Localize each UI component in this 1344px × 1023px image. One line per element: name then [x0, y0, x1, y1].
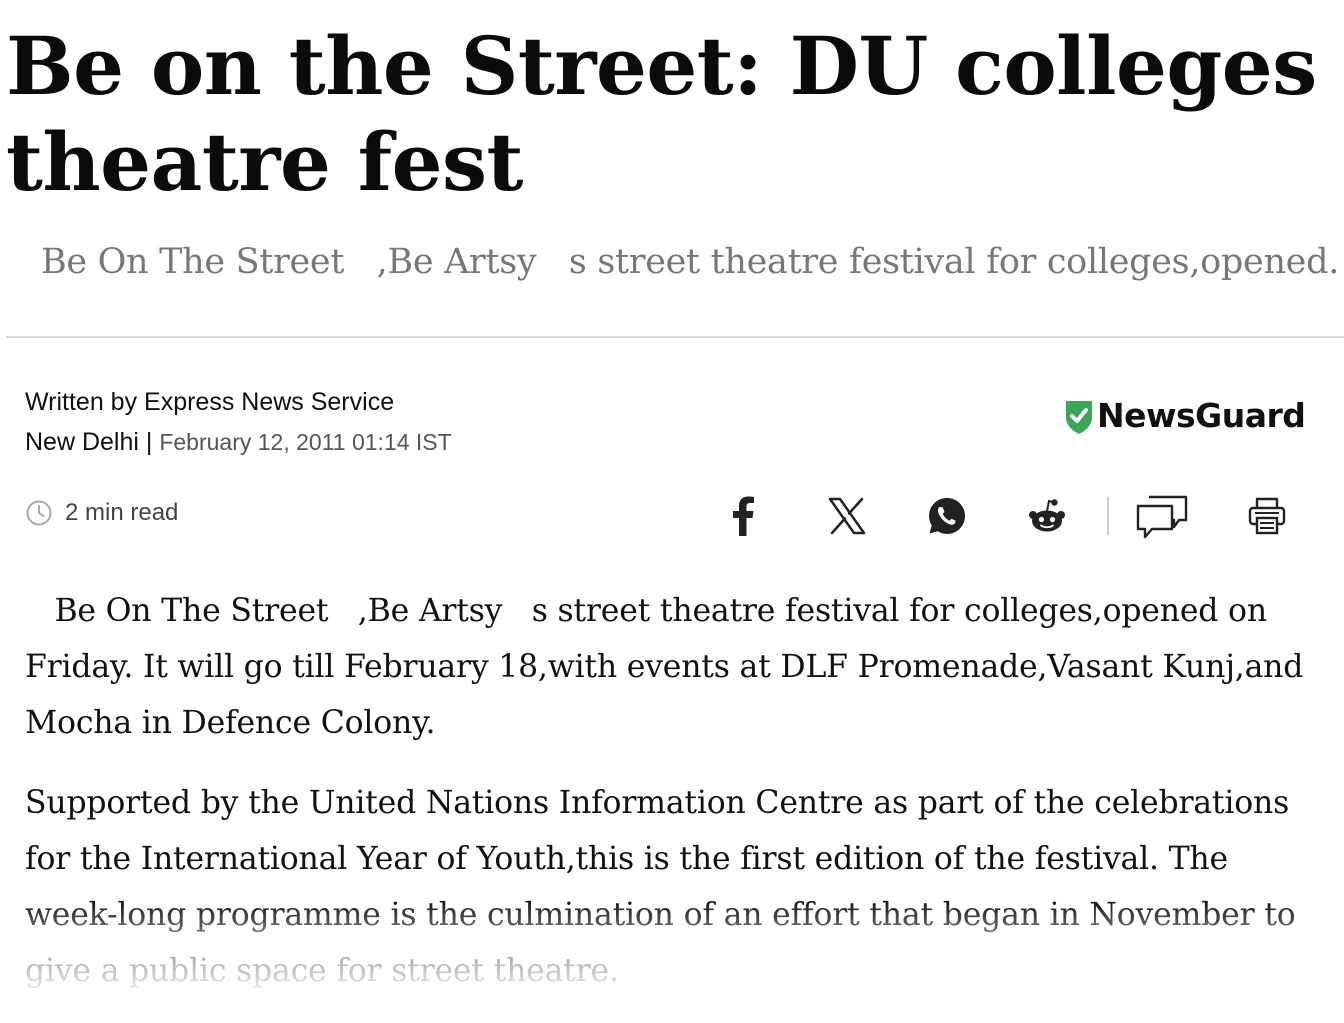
byline-meta: New Delhi | February 12, 2011 01:14 IST: [25, 422, 452, 462]
headline-line-1: Be on the Street: DU colleges f: [6, 19, 1344, 113]
article-headline: Be on the Street: DU colleges f theatre …: [6, 18, 1344, 210]
newsguard-shield-icon: [1066, 400, 1092, 434]
share-divider: [1107, 497, 1109, 535]
share-reddit-button[interactable]: [1021, 490, 1073, 542]
newsguard-badge[interactable]: NewsGuard: [1064, 396, 1306, 435]
comments-button[interactable]: [1134, 490, 1190, 542]
x-icon: [828, 497, 866, 535]
print-icon: [1248, 497, 1286, 535]
article-body: Be On The Street ,Be Artsy s street thea…: [25, 583, 1325, 1023]
byline-location: New Delhi |: [25, 428, 153, 456]
byline-date: February 12, 2011 01:14 IST: [159, 429, 452, 455]
headline-line-2: theatre fest: [6, 115, 524, 209]
header-divider: [6, 336, 1344, 338]
byline-author[interactable]: Written by Express News Service: [25, 382, 452, 422]
whatsapp-icon: [929, 498, 965, 534]
newsguard-label: NewsGuard: [1097, 396, 1306, 435]
byline: Written by Express News Service New Delh…: [25, 382, 452, 462]
subhead-part-2: ,Be Artsy: [344, 242, 537, 282]
read-time: 2 min read: [25, 499, 178, 527]
subhead-part-1: Be On The Street: [41, 242, 345, 282]
print-button[interactable]: [1241, 490, 1293, 542]
share-facebook-button[interactable]: [717, 490, 769, 542]
comments-icon: [1136, 495, 1188, 539]
clock-icon: [26, 500, 52, 526]
share-whatsapp-button[interactable]: [921, 490, 973, 542]
reddit-icon: [1029, 499, 1065, 532]
article-paragraph: Be On The Street ,Be Artsy s street thea…: [25, 593, 1314, 741]
read-time-label: 2 min read: [65, 499, 179, 526]
facebook-icon: [733, 496, 754, 536]
subhead-part-3: s street theatre festival for colleges,o…: [536, 242, 1340, 282]
article-subheadline: Be On The Street ,Be Artsy s street thea…: [41, 242, 1339, 282]
share-x-button[interactable]: [821, 490, 873, 542]
article-paragraph: Supported by the United Nations Informat…: [25, 785, 1306, 989]
